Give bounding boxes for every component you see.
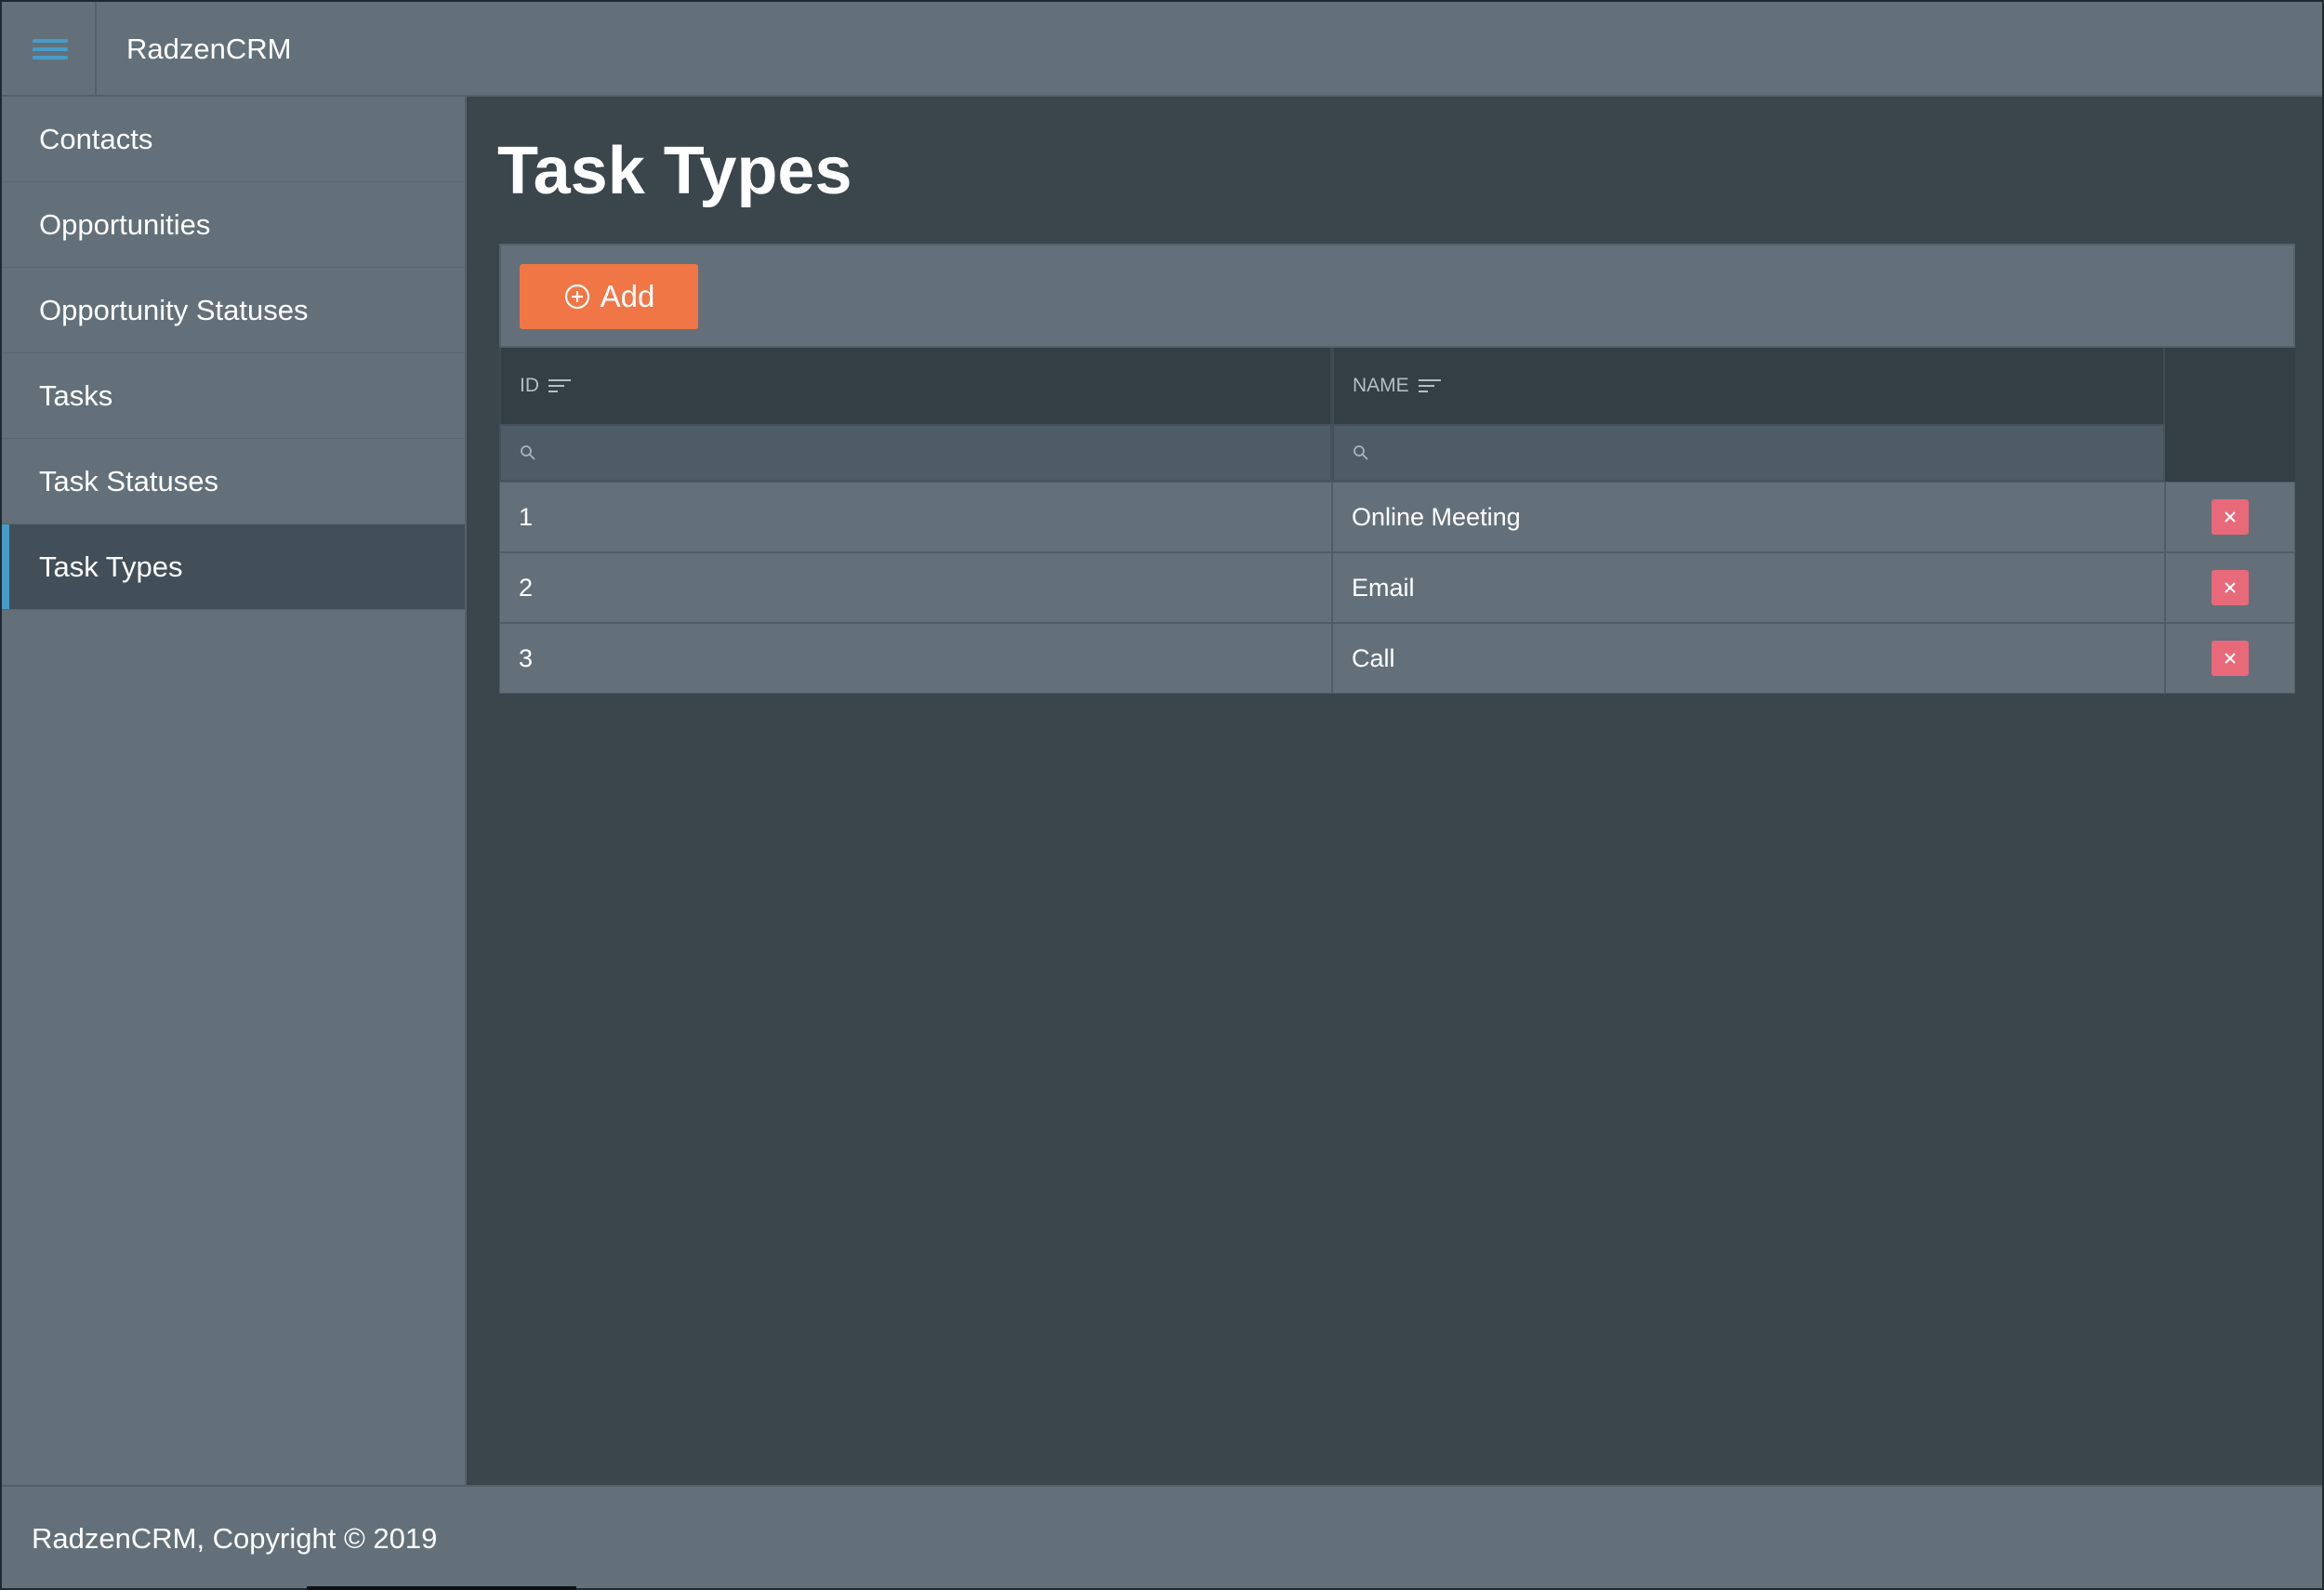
column-header-actions	[2165, 348, 2295, 482]
sidebar-item-contacts[interactable]: Contacts	[2, 97, 465, 182]
plus-circle-icon	[564, 284, 589, 310]
sidebar-item-task-statuses[interactable]: Task Statuses	[2, 439, 465, 524]
page-title: Task Types	[497, 134, 852, 208]
add-button-label: Add	[600, 279, 655, 313]
cell-name: Online Meeting	[1332, 482, 2165, 552]
sidebar-item-opportunity-statuses[interactable]: Opportunity Statuses	[2, 268, 465, 353]
cell-id: 2	[499, 552, 1332, 623]
hamburger-menu-icon-bar	[33, 56, 68, 60]
filter-cell-name	[1332, 424, 2165, 482]
top-header: RadzenCRM	[2, 2, 2322, 97]
delete-button[interactable]	[2212, 499, 2249, 535]
hamburger-menu-icon-bar	[33, 47, 68, 51]
cell-actions	[2165, 482, 2295, 552]
cell-actions	[2165, 552, 2295, 623]
main-content: Task Types Add ID NAME 1 Online Meeting …	[469, 97, 2322, 1485]
table-row[interactable]: 2 Email	[499, 552, 2295, 623]
sidebar-item-opportunities[interactable]: Opportunities	[2, 182, 465, 268]
window-edge-divider	[307, 1586, 576, 1590]
sidebar-item-task-types[interactable]: Task Types	[2, 524, 465, 610]
footer: RadzenCRM, Copyright © 2019	[2, 1485, 2322, 1588]
filter-input-name[interactable]	[1379, 440, 2163, 466]
close-icon	[2225, 653, 2236, 664]
filter-input-id[interactable]	[546, 440, 1330, 466]
cell-id: 1	[499, 482, 1332, 552]
filter-cell-id	[499, 424, 1332, 482]
footer-copyright: RadzenCRM, Copyright © 2019	[32, 1522, 438, 1555]
sort-icon	[1418, 378, 1441, 394]
column-header-id[interactable]: ID	[499, 348, 1332, 424]
table-row[interactable]: 3 Call	[499, 623, 2295, 694]
cell-name: Email	[1332, 552, 2165, 623]
cell-actions	[2165, 623, 2295, 694]
sidebar-toggle-button[interactable]	[2, 2, 97, 97]
delete-button[interactable]	[2212, 570, 2249, 605]
sidebar-item-tasks[interactable]: Tasks	[2, 353, 465, 439]
app-title: RadzenCRM	[126, 33, 292, 65]
cell-name: Call	[1332, 623, 2165, 694]
hamburger-menu-icon	[33, 39, 68, 43]
grid-header-row: ID NAME	[499, 348, 2165, 424]
column-header-name[interactable]: NAME	[1332, 348, 2165, 424]
close-icon	[2225, 582, 2236, 593]
close-icon	[2225, 511, 2236, 523]
add-button[interactable]: Add	[520, 264, 698, 329]
data-grid: ID NAME 1 Online Meeting 2 Email 3 Call	[499, 348, 2295, 694]
app-window: RadzenCRM Contacts Opportunities Opportu…	[2, 2, 2322, 1588]
grid-toolbar: Add	[499, 244, 2295, 348]
search-icon	[1353, 445, 1368, 460]
column-header-label: ID	[520, 375, 539, 396]
search-icon	[521, 445, 535, 460]
grid-filter-row	[499, 424, 2165, 482]
sort-icon	[548, 378, 571, 394]
table-row[interactable]: 1 Online Meeting	[499, 482, 2295, 552]
delete-button[interactable]	[2212, 641, 2249, 676]
column-header-label: NAME	[1353, 375, 1409, 396]
cell-id: 3	[499, 623, 1332, 694]
sidebar: Contacts Opportunities Opportunity Statu…	[2, 97, 467, 1485]
